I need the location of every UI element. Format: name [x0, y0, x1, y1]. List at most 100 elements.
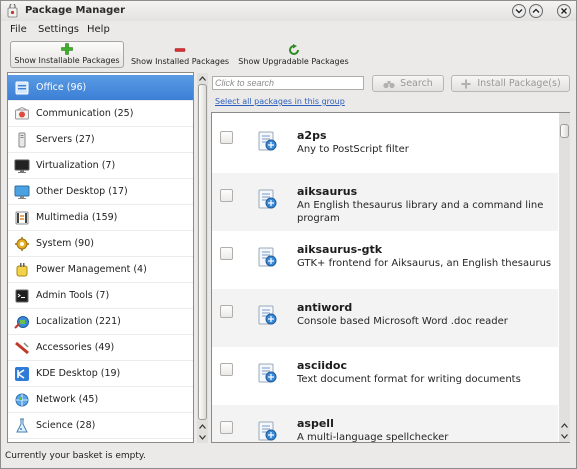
category-item-communication[interactable]: Communication (25): [8, 101, 193, 127]
package-checkbox[interactable]: [220, 305, 233, 318]
category-item-accessories[interactable]: Accessories (49): [8, 335, 193, 361]
category-item-science[interactable]: Science (28): [8, 413, 193, 439]
maximize-button[interactable]: [529, 4, 543, 18]
package-name: asciidoc: [297, 359, 347, 372]
admin-tools-icon: [15, 289, 29, 302]
install-packages-label: Install Package(s): [477, 78, 561, 89]
package-description: An English thesaurus library and a comma…: [297, 200, 544, 224]
package-checkbox[interactable]: [220, 421, 233, 434]
chevron-down-icon: [561, 433, 568, 439]
category-item-system[interactable]: System (90): [8, 231, 193, 257]
package-row[interactable]: aiksaurus-gtk GTK+ frontend for Aiksauru…: [212, 231, 558, 289]
package-row[interactable]: asciidoc Text document format for writin…: [212, 347, 558, 405]
close-button[interactable]: [557, 4, 571, 18]
kde-desktop-icon: [15, 366, 29, 381]
menu-settings[interactable]: Settings: [38, 24, 79, 35]
close-icon: [561, 8, 567, 14]
refresh-icon: [288, 44, 299, 55]
scroll-up-button[interactable]: [197, 73, 208, 83]
category-label: Virtualization (7): [36, 160, 116, 171]
plus-icon: [61, 43, 73, 55]
category-item-power-management[interactable]: Power Management (4): [8, 257, 193, 283]
package-list: a2ps Any to PostScript filter aiksaurus …: [211, 112, 570, 443]
category-label: Science (28): [36, 420, 96, 431]
category-item-virtualization[interactable]: Virtualization (7): [8, 153, 193, 179]
package-row[interactable]: aspell A multi-language spellchecker: [212, 405, 558, 443]
accessories-icon: [15, 341, 29, 354]
search-input[interactable]: [212, 76, 364, 90]
category-item-network[interactable]: Network (45): [8, 387, 193, 413]
scroll-up-button[interactable]: [197, 421, 208, 431]
chevron-up-icon: [199, 423, 206, 429]
category-label: System (90): [36, 238, 94, 249]
category-item-other-desktop[interactable]: Other Desktop (17): [8, 179, 193, 205]
package-name: aspell: [297, 417, 334, 430]
package-row[interactable]: aiksaurus An English thesaurus library a…: [212, 173, 558, 231]
system-icon: [15, 236, 29, 251]
package-name: aiksaurus-gtk: [297, 243, 383, 256]
localization-icon: [14, 315, 29, 329]
menu-file[interactable]: File: [10, 24, 27, 35]
chevron-up-icon: [532, 8, 540, 13]
category-label: Admin Tools (7): [36, 290, 110, 301]
package-icon: [258, 189, 277, 209]
category-item-kde-desktop[interactable]: KDE Desktop (19): [8, 361, 193, 387]
status-text: Currently your basket is empty.: [5, 451, 146, 461]
window-title: Package Manager: [25, 5, 125, 16]
chevron-up-icon: [199, 75, 206, 81]
scroll-up-button[interactable]: [559, 420, 570, 430]
plus-icon: [461, 79, 471, 88]
menu-bar: File Settings Help: [1, 21, 576, 37]
show-installable-label: Show Installable Packages: [14, 56, 120, 65]
scroll-down-button[interactable]: [197, 432, 208, 442]
scroll-thumb[interactable]: [560, 124, 569, 138]
package-row[interactable]: antiword Console based Microsoft Word .d…: [212, 289, 558, 347]
package-checkbox[interactable]: [220, 189, 233, 202]
show-installable-button[interactable]: Show Installable Packages: [10, 41, 124, 68]
category-item-multimedia[interactable]: Multimedia (159): [8, 205, 193, 231]
network-icon: [15, 393, 29, 406]
scroll-thumb[interactable]: [198, 84, 207, 420]
install-packages-button[interactable]: Install Package(s): [451, 75, 570, 92]
package-row[interactable]: a2ps Any to PostScript filter: [212, 115, 558, 173]
package-description: Any to PostScript filter: [297, 144, 409, 155]
category-label: Office (96): [36, 82, 87, 93]
category-item-admin-tools[interactable]: Admin Tools (7): [8, 283, 193, 309]
package-name: a2ps: [297, 129, 327, 142]
minimize-button[interactable]: [512, 4, 526, 18]
package-checkbox[interactable]: [220, 131, 233, 144]
office-icon: [15, 81, 29, 94]
scroll-down-button[interactable]: [559, 431, 570, 441]
toolbar: Show Installable Packages Show Installed…: [1, 38, 576, 68]
search-button[interactable]: Search: [372, 75, 444, 92]
show-upgradable-button[interactable]: Show Upgradable Packages: [237, 41, 350, 68]
package-description: Console based Microsoft Word .doc reader: [297, 316, 508, 327]
package-icon: [258, 421, 277, 441]
chevron-up-icon: [561, 422, 568, 428]
package-icon: [258, 363, 277, 383]
title-bar: Package Manager: [1, 1, 576, 21]
search-button-label: Search: [400, 78, 433, 89]
category-item-office[interactable]: Office (96): [8, 75, 193, 101]
package-name: aiksaurus: [297, 185, 358, 198]
chevron-down-icon: [515, 9, 523, 14]
package-checkbox[interactable]: [220, 363, 233, 376]
select-all-link[interactable]: Select all packages in this group: [215, 97, 345, 106]
show-installed-label: Show Installed Packages: [130, 57, 230, 66]
category-item-servers[interactable]: Servers (27): [8, 127, 193, 153]
virtualization-icon: [14, 159, 30, 173]
menu-help[interactable]: Help: [87, 24, 110, 35]
category-scrollbar[interactable]: [197, 73, 208, 443]
chevron-down-icon: [199, 434, 206, 440]
package-scrollbar[interactable]: [559, 113, 570, 442]
show-upgradable-label: Show Upgradable Packages: [238, 57, 349, 66]
package-description: A multi-language spellchecker: [297, 432, 449, 443]
category-list: Office (96) Communication (25) Servers (…: [7, 72, 194, 443]
package-manager-window: Package Manager File Settings Help Show …: [0, 0, 577, 469]
show-installed-button[interactable]: Show Installed Packages: [129, 41, 231, 68]
category-item-localization[interactable]: Localization (221): [8, 309, 193, 335]
category-label: Power Management (4): [36, 264, 147, 275]
category-label: Network (45): [36, 394, 99, 405]
package-checkbox[interactable]: [220, 247, 233, 260]
multimedia-icon: [15, 211, 29, 224]
